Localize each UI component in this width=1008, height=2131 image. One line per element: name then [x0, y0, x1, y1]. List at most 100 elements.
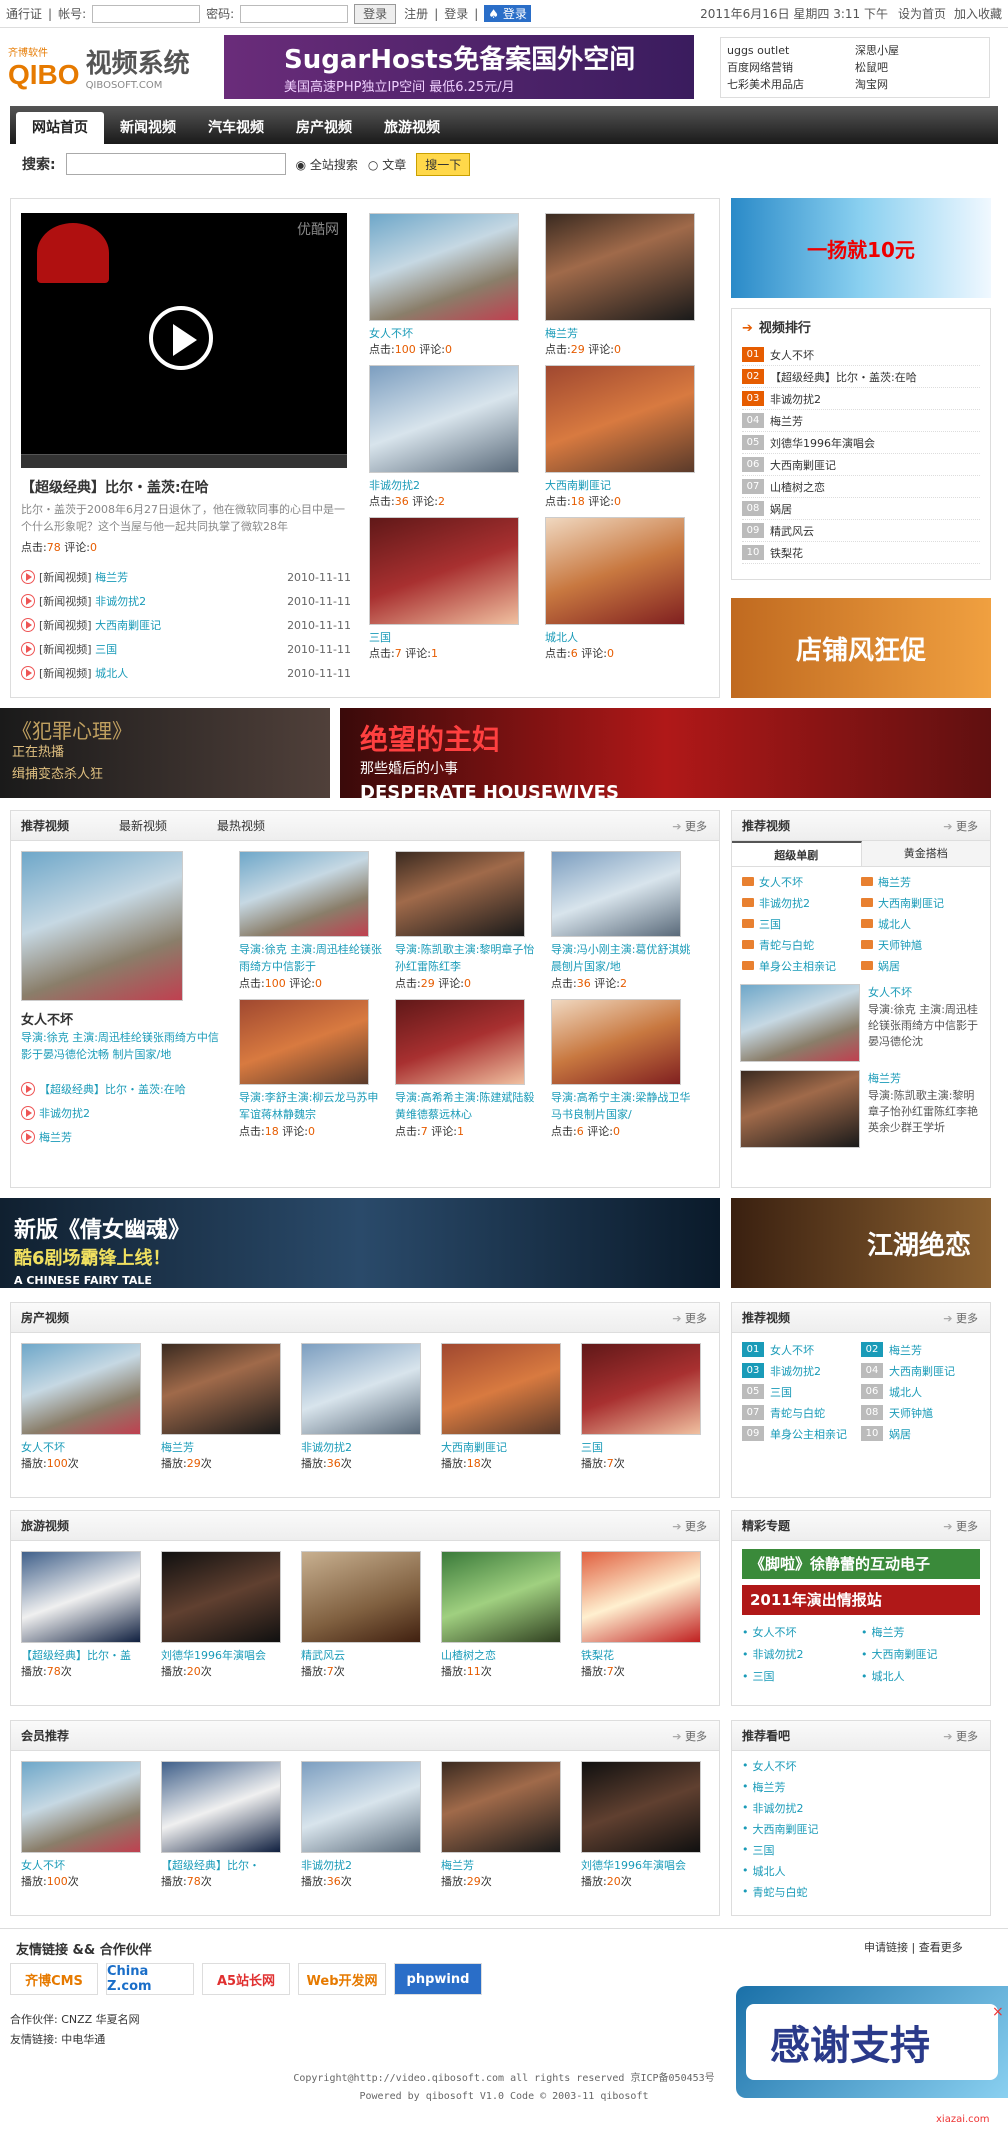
- radio-all[interactable]: ◉ 全站搜索: [296, 156, 358, 173]
- video-player[interactable]: 优酷网: [21, 213, 347, 468]
- video-thumbnail[interactable]: [581, 1343, 701, 1435]
- video-title[interactable]: 精武风云: [301, 1647, 421, 1663]
- video-title[interactable]: 梅兰芳: [161, 1439, 281, 1455]
- close-icon[interactable]: ×: [992, 2004, 1004, 2020]
- rank-item[interactable]: 09 精武风云: [742, 520, 980, 542]
- video-desc[interactable]: 导演:高希宁主演:梁静战卫华马书良制片国家/: [551, 1089, 697, 1123]
- list-item[interactable]: 大西南剿匪记: [861, 1643, 980, 1665]
- floating-ad[interactable]: 感谢支持: [736, 1986, 1008, 2098]
- video-thumbnail[interactable]: [161, 1761, 281, 1853]
- video-card[interactable]: 导演:李舒主演:柳云龙马苏申军谊蒋林静魏宗 点击:18 评论:0: [239, 999, 395, 1139]
- text-link[interactable]: 七彩美术用品店: [727, 76, 855, 93]
- friends-text[interactable]: 友情链接: 中电华通: [10, 2031, 105, 2047]
- site-logo[interactable]: 齐博软件 QIBO 视频系统 QIBOSOFT.COM: [8, 38, 208, 96]
- list-item[interactable]: 非诚勿扰2: [21, 1101, 221, 1125]
- video-thumbnail[interactable]: [581, 1551, 701, 1643]
- text-link[interactable]: 百度网络营销: [727, 59, 855, 76]
- side-ad-banner[interactable]: 一扬就10元: [731, 198, 991, 298]
- video-thumbnail[interactable]: [551, 851, 681, 937]
- list-item[interactable]: 06 城北人: [861, 1383, 980, 1400]
- list-item[interactable]: 07 青蛇与白蛇: [742, 1404, 861, 1421]
- tab-single[interactable]: 超级单剧: [732, 841, 862, 866]
- list-item[interactable]: 城北人: [742, 1860, 980, 1881]
- search-input[interactable]: [65, 153, 286, 175]
- item-title[interactable]: 三国: [95, 641, 117, 657]
- list-item[interactable]: 大西南剿匪记: [861, 894, 980, 911]
- list-item[interactable]: 01 女人不坏: [742, 1341, 861, 1358]
- list-item[interactable]: 【超级经典】比尔・盖茨:在哈: [21, 1077, 221, 1101]
- video-card[interactable]: 山楂树之恋 播放:11次: [441, 1551, 561, 1679]
- video-thumbnail[interactable]: [369, 213, 519, 321]
- list-item[interactable]: 05 三国: [742, 1383, 861, 1400]
- qq-login-button[interactable]: ♠ 登录: [484, 5, 531, 22]
- item-title[interactable]: 城北人: [95, 665, 128, 681]
- video-thumbnail[interactable]: [441, 1761, 561, 1853]
- nav-auto[interactable]: 汽车视频: [192, 112, 280, 144]
- video-card[interactable]: 刘德华1996年演唱会 播放:20次: [581, 1761, 701, 1889]
- video-card[interactable]: 导演:徐克 主演:周迅桂纶镁张雨绮方中信影于 点击:100 评论:0: [239, 851, 395, 991]
- video-card[interactable]: 导演:冯小刚主演:葛优舒淇姚晨刨片国家/地 点击:36 评论:2: [551, 851, 707, 991]
- video-card[interactable]: 导演:高希希主演:陈建斌陆毅黄维德蔡远林心 点击:7 评论:1: [395, 999, 551, 1139]
- video-card[interactable]: 非诚勿扰2 播放:36次: [301, 1761, 421, 1889]
- video-card[interactable]: 女人不坏 播放:100次: [21, 1343, 141, 1471]
- rank-item[interactable]: 02 【超级经典】比尔・盖茨:在哈: [742, 366, 980, 388]
- list-item[interactable]: 大西南剿匪记: [742, 1818, 980, 1839]
- video-title[interactable]: 三国: [369, 629, 529, 645]
- list-item[interactable]: 城北人: [861, 915, 980, 932]
- list-item[interactable]: 非诚勿扰2: [742, 1643, 861, 1665]
- video-card[interactable]: 三国 点击:7 评论:1: [369, 517, 529, 661]
- nav-home[interactable]: 网站首页: [16, 112, 104, 144]
- tab-latest[interactable]: 最新视频: [119, 817, 167, 834]
- list-item[interactable]: 梅兰芳: [21, 1125, 221, 1149]
- video-thumbnail[interactable]: [551, 999, 681, 1085]
- list-item[interactable]: 女人不坏: [742, 873, 861, 890]
- video-title[interactable]: 【超级经典】比尔・盖: [21, 1647, 141, 1663]
- nav-house[interactable]: 房产视频: [280, 112, 368, 144]
- more-link[interactable]: 更多: [943, 1310, 978, 1326]
- rank-item[interactable]: 01 女人不坏: [742, 344, 980, 366]
- rank-item[interactable]: 04 梅兰芳: [742, 410, 980, 432]
- video-title[interactable]: 铁梨花: [581, 1647, 701, 1663]
- video-card[interactable]: 铁梨花 播放:7次: [581, 1551, 701, 1679]
- partner-logo[interactable]: phpwind: [394, 1963, 482, 1995]
- special-ad[interactable]: 《脚啦》徐静蕾的互动电子: [742, 1549, 980, 1579]
- list-item[interactable]: 非诚勿扰2: [742, 894, 861, 911]
- video-card[interactable]: 梅兰芳 点击:29 评论:0: [545, 213, 705, 357]
- list-item[interactable]: 梅兰芳: [742, 1776, 980, 1797]
- video-thumbnail[interactable]: [21, 851, 183, 1001]
- partner-logo[interactable]: Web开发网: [298, 1963, 386, 1995]
- video-thumbnail[interactable]: [301, 1343, 421, 1435]
- side-card[interactable]: 梅兰芳 导演:陈凯歌主演:黎明章子怡孙红雷陈红李艳英余少群王学圻: [732, 1066, 990, 1152]
- more-link[interactable]: 更多: [943, 818, 978, 834]
- video-thumbnail[interactable]: [581, 1761, 701, 1853]
- video-thumbnail[interactable]: [441, 1551, 561, 1643]
- list-item[interactable]: 青蛇与白蛇: [742, 1881, 980, 1902]
- ad-banner-fairy-tale[interactable]: 新版《倩女幽魂》 酷6剧场霸锋上线！ A CHINESE FAIRY TALE: [0, 1198, 720, 1288]
- video-thumbnail[interactable]: [161, 1343, 281, 1435]
- list-item[interactable]: 非诚勿扰2: [742, 1797, 980, 1818]
- nav-news[interactable]: 新闻视频: [104, 112, 192, 144]
- tab-partner[interactable]: 黄金搭档: [861, 841, 990, 866]
- text-link[interactable]: 淘宝网: [855, 76, 983, 93]
- video-title[interactable]: 刘德华1996年演唱会: [581, 1857, 701, 1873]
- video-thumbnail[interactable]: [161, 1551, 281, 1643]
- list-item[interactable]: 城北人: [861, 1665, 980, 1687]
- text-link[interactable]: 松鼠吧: [855, 59, 983, 76]
- partners-text[interactable]: 合作伙伴: CNZZ 华夏名网: [10, 2011, 140, 2027]
- rank-item[interactable]: 08 娲居: [742, 498, 980, 520]
- ad-banner-jianghu[interactable]: 江湖绝恋: [731, 1198, 991, 1288]
- video-thumbnail[interactable]: [301, 1551, 421, 1643]
- video-title[interactable]: 女人不坏: [21, 1439, 141, 1455]
- video-title[interactable]: 非诚勿扰2: [369, 477, 529, 493]
- video-desc[interactable]: 导演:陈凯歌主演:黎明章子怡孙红雷陈红李: [395, 941, 541, 975]
- video-thumbnail[interactable]: [21, 1551, 141, 1643]
- text-link[interactable]: uggs outlet: [727, 42, 855, 59]
- list-item[interactable]: 02 梅兰芳: [861, 1341, 980, 1358]
- rank-item[interactable]: 03 非诚勿扰2: [742, 388, 980, 410]
- list-item[interactable]: [新闻视频] 梅兰芳 2010-11-11: [21, 565, 351, 589]
- side-card[interactable]: 女人不坏 导演:徐克 主演:周迅桂纶镁张雨绮方中信影于晏冯德伦沈: [732, 980, 990, 1066]
- video-title[interactable]: 城北人: [545, 629, 705, 645]
- register-link[interactable]: 注册: [404, 5, 428, 22]
- login-button[interactable]: 登录: [354, 3, 397, 24]
- view-more-link[interactable]: 查看更多: [919, 1941, 963, 1954]
